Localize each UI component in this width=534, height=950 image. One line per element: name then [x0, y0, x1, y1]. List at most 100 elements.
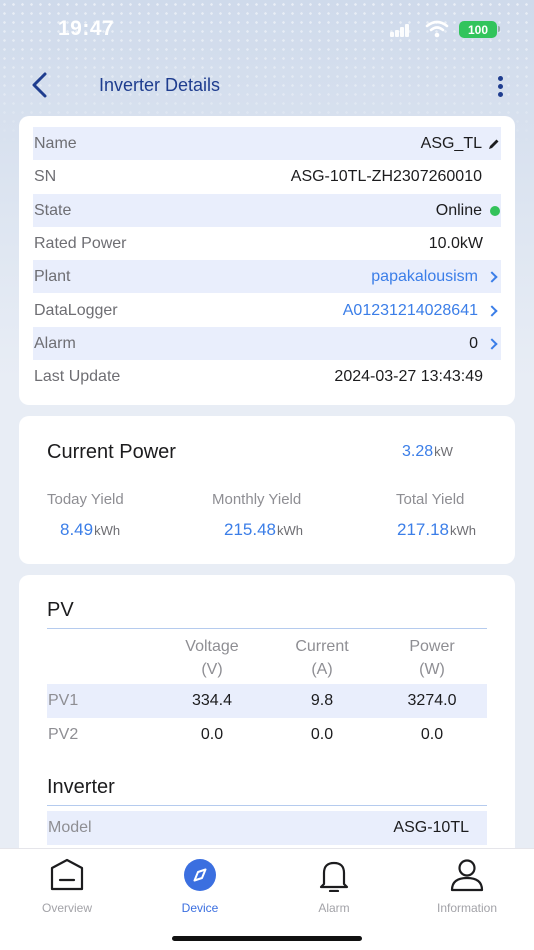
row-value: ASG_TL [420, 134, 482, 152]
name-value[interactable]: ASG_TL [421, 135, 500, 153]
chevron-right-icon [486, 337, 498, 350]
cellular-signal-icon [390, 24, 410, 37]
row-value: papakalousism [371, 267, 478, 285]
row-label: SN [34, 167, 57, 185]
pv-current: 9.8 [310, 692, 334, 709]
tab-alarm[interactable]: Alarm [274, 858, 394, 915]
battery-level: 100 [467, 22, 489, 37]
today-yield-unit: kWh [94, 523, 121, 538]
online-status-dot-icon [490, 205, 500, 216]
row-name: Name ASG_TL [33, 127, 501, 160]
row-label: State [34, 201, 72, 219]
row-label: Rated Power [34, 234, 127, 252]
alarm-link[interactable]: 0 [469, 335, 500, 353]
row-state: State Online [33, 194, 501, 227]
row-value: 0 [469, 334, 478, 352]
bell-icon [319, 861, 349, 893]
person-icon [450, 859, 484, 892]
model-value: ASG-10TL [393, 819, 469, 836]
status-bar: 19:47 100 [0, 0, 534, 60]
chevron-right-icon [486, 304, 498, 317]
tab-information[interactable]: Information [407, 858, 527, 915]
row-label: Name [34, 134, 77, 152]
row-plant[interactable]: Plant papakalousism [33, 260, 501, 293]
pv-voltage: 0.0 [200, 726, 224, 743]
current-power-value: 3.28kW [402, 443, 453, 461]
table-row: PV1 334.4 9.8 3274.0 [47, 684, 487, 718]
total-yield-value: 217.18kWh [397, 520, 476, 540]
current-power-unit: kW [434, 444, 453, 459]
row-value: 2024-03-27 13:43:49 [334, 367, 483, 385]
monthly-yield-value: 215.48kWh [224, 520, 303, 540]
pv-row-label: PV1 [48, 692, 79, 709]
inverter-model-row: Model ASG-10TL [47, 811, 487, 845]
inverter-section-title: Inverter [47, 776, 115, 798]
inverter-section-divider [47, 805, 487, 806]
row-value: ASG-10TL-ZH2307260010 [290, 167, 482, 185]
header-name: Power [409, 638, 455, 655]
row-value: Online [435, 201, 482, 219]
wifi-icon [425, 20, 449, 38]
table-row: PV2 0.0 0.0 0.0 [47, 718, 487, 752]
compass-icon [184, 859, 216, 891]
page-title: Inverter Details [99, 75, 221, 95]
edit-pencil-icon[interactable] [488, 138, 500, 150]
tab-device[interactable]: Device [140, 858, 260, 915]
row-label: Last Update [34, 367, 121, 385]
total-yield-label: Total Yield [396, 491, 465, 508]
pv-power: 3274.0 [407, 692, 457, 709]
current-power-number: 3.28 [402, 443, 434, 460]
row-label: DataLogger [34, 301, 118, 319]
header-unit: (A) [311, 661, 333, 678]
pv-header-voltage: Voltage (V) [162, 635, 262, 681]
tab-label: Alarm [318, 901, 350, 915]
today-yield-number: 8.49 [60, 520, 94, 539]
battery-tip [498, 26, 500, 32]
total-yield-number: 217.18 [397, 520, 449, 539]
row-label: Plant [34, 267, 71, 285]
pv-row-label: PV2 [48, 726, 79, 743]
current-power-title: Current Power [47, 441, 176, 463]
battery-icon: 100 [459, 21, 497, 38]
current-power-card: Current Power 3.28kW Today Yield Monthly… [19, 416, 515, 564]
datalogger-link[interactable]: A01231214028641 [343, 302, 500, 320]
chevron-left-icon[interactable] [28, 71, 52, 99]
header-name: Current [295, 638, 349, 655]
plant-link[interactable]: papakalousism [371, 268, 500, 286]
row-datalogger[interactable]: DataLogger A01231214028641 [33, 294, 501, 327]
pv-inverter-card: PV Voltage (V) Current (A) Power (W) PV1… [19, 575, 515, 865]
row-rated-power: Rated Power 10.0kW [33, 227, 501, 260]
today-yield-value: 8.49kWh [60, 520, 120, 540]
header-unit: (V) [201, 661, 223, 678]
pv-header-current: Current (A) [272, 635, 372, 681]
pv-section-divider [47, 628, 487, 629]
tab-overview[interactable]: Overview [7, 858, 127, 915]
monthly-yield-number: 215.48 [224, 520, 276, 539]
total-yield-unit: kWh [450, 523, 476, 538]
pv-header-power: Power (W) [382, 635, 482, 681]
row-last-update: Last Update 2024-03-27 13:43:49 [33, 360, 501, 393]
chevron-right-icon [486, 270, 498, 283]
home-indicator [172, 936, 362, 941]
row-sn: SN ASG-10TL-ZH2307260010 [33, 160, 501, 193]
overview-icon [50, 858, 84, 891]
row-value: 10.0kW [428, 234, 483, 252]
pv-power: 0.0 [420, 726, 444, 743]
tab-label: Device [181, 901, 219, 915]
model-label: Model [48, 819, 92, 836]
status-time: 19:47 [58, 17, 115, 40]
header-unit: (W) [419, 661, 445, 678]
tab-label: Overview [41, 901, 92, 915]
more-vertical-icon[interactable] [493, 76, 507, 100]
header-name: Voltage [185, 638, 239, 655]
monthly-yield-unit: kWh [277, 523, 303, 538]
pv-voltage: 334.4 [191, 692, 233, 709]
bottom-tab-bar: Overview Device Alarm Information [0, 848, 534, 950]
tab-label: Information [436, 901, 498, 915]
today-yield-label: Today Yield [47, 491, 124, 508]
row-label: Alarm [34, 334, 76, 352]
pv-current: 0.0 [310, 726, 334, 743]
state-value: Online [436, 202, 500, 220]
inverter-details-card: Name ASG_TL SN ASG-10TL-ZH2307260010 Sta… [19, 116, 515, 405]
row-alarm[interactable]: Alarm 0 [33, 327, 501, 360]
